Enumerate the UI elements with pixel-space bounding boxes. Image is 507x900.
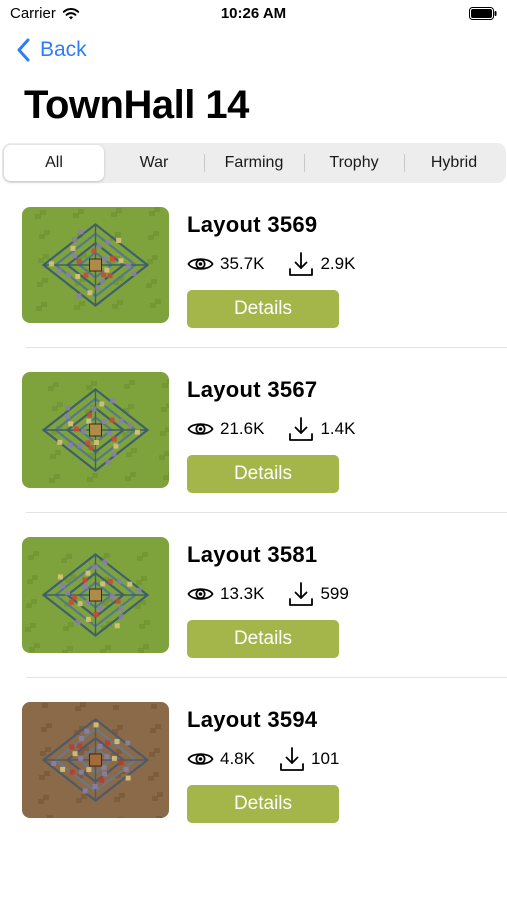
layout-thumbnail[interactable] [22,207,169,323]
downloads-stat: 101 [279,746,339,772]
layout-name: Layout 3594 [187,707,318,732]
layout-name: Layout 3567 [187,377,318,402]
segment-farming[interactable]: Farming [204,145,304,181]
segment-trophy[interactable]: Trophy [304,145,404,181]
views-count: 35.7K [220,254,265,273]
segment-label: War [139,154,169,171]
segment-hybrid[interactable]: Hybrid [404,145,504,181]
layout-stats: 21.6K 1.4K [187,416,355,442]
row-divider [26,512,507,513]
segment-label: Hybrid [430,154,478,171]
views-stat: 21.6K [187,419,264,439]
segment-label: Trophy [329,154,379,171]
layout-stats: 4.8K 101 [187,746,339,772]
layout-row[interactable]: Layout 3594 4.8K 101 Details [0,690,507,855]
details-button[interactable]: Details [187,620,339,658]
segment-label: All [45,154,63,171]
layout-thumbnail[interactable] [22,372,169,488]
downloads-count: 2.9K [320,254,356,273]
layout-row[interactable]: Layout 3567 21.6K 1.4K Details [0,360,507,525]
category-segmented-control: All War Farming Trophy Hybrid [2,143,506,183]
eye-icon [187,258,214,270]
page-title: TownHall 14 [24,83,249,127]
back-label: Back [40,38,87,61]
download-icon [289,582,314,606]
views-stat: 13.3K [187,584,264,604]
battery-icon [469,7,497,20]
details-button[interactable]: Details [187,455,339,493]
details-button[interactable]: Details [187,785,339,823]
views-stat: 35.7K [187,254,264,274]
eye-icon [187,753,214,765]
chevron-left-icon [17,38,30,62]
layout-row[interactable]: Layout 3581 13.3K 599 Details [0,525,507,690]
segment-war[interactable]: War [104,145,204,181]
views-count: 4.8K [220,749,255,768]
download-icon [280,747,304,771]
downloads-stat: 599 [288,581,349,607]
layout-row[interactable]: Layout 3569 35.7K 2.9K Details [0,195,507,360]
row-divider [26,677,507,678]
back-button[interactable]: Back [16,38,87,62]
details-button[interactable]: Details [187,290,339,328]
downloads-count: 101 [310,749,340,768]
views-count: 13.3K [220,584,265,603]
layout-name: Layout 3581 [187,542,318,567]
downloads-count: 1.4K [320,419,356,438]
status-time: 10:26 AM [220,5,287,22]
layout-thumbnail[interactable] [22,537,169,653]
row-divider [26,347,507,348]
downloads-count: 599 [320,584,349,603]
views-count: 21.6K [220,419,265,438]
downloads-stat: 1.4K [288,416,355,442]
layout-stats: 35.7K 2.9K [187,251,355,277]
downloads-stat: 2.9K [288,251,355,277]
eye-icon [187,588,214,600]
segment-all[interactable]: All [4,145,104,181]
segment-label: Farming [224,154,284,171]
eye-icon [187,423,214,435]
layout-thumbnail[interactable] [22,702,169,818]
views-stat: 4.8K [187,749,255,769]
status-bar: Carrier 10:26 AM [0,0,507,28]
layout-stats: 13.3K 599 [187,581,349,607]
download-icon [289,417,314,441]
layout-name: Layout 3569 [187,212,318,237]
layout-list: Layout 3569 35.7K 2.9K Details Layout 35… [0,195,507,855]
download-icon [289,252,314,276]
